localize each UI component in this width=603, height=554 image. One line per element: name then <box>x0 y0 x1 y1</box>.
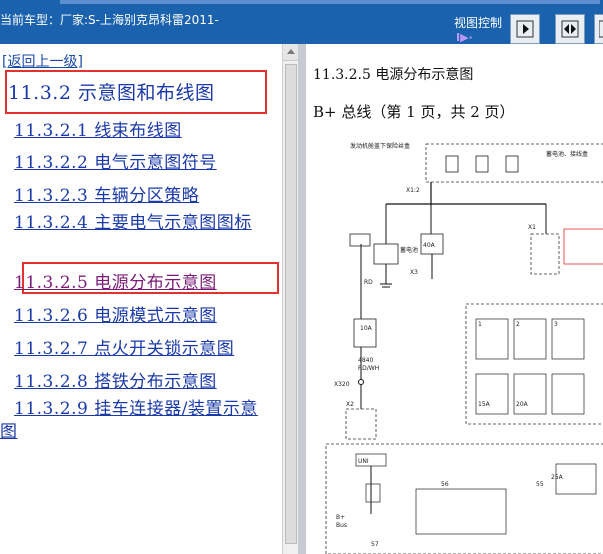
diagram-grid-label: X1:2 <box>406 187 420 194</box>
view-control-label: 视图控制 <box>454 16 503 30</box>
toc-item-4[interactable]: 11.3.2.4 主要电气示意图图标 <box>0 212 270 235</box>
toc-item-1[interactable]: 11.3.2.1 线束布线图 <box>14 116 182 141</box>
toc-item-6[interactable]: 11.3.2.6 电源模式示意图 <box>14 301 217 326</box>
back-link[interactable]: [返回上一级] <box>2 51 83 71</box>
diagram-battery-label: 蓄电池 <box>400 246 418 254</box>
split-view-icon <box>561 20 579 38</box>
diagram-fuse-40a: 40A <box>423 242 436 249</box>
toc-item-2[interactable]: 11.3.2.2 电气示意图符号 <box>14 148 217 173</box>
diagram-fuse-b2: 20A <box>516 401 529 408</box>
diagram-bus: Bus <box>336 522 347 529</box>
diagram-num-56: 56 <box>441 481 449 488</box>
toc-item-5-selected[interactable]: 11.3.2.5 电源分布示意图 <box>14 268 217 293</box>
pane-splitter[interactable] <box>298 44 306 554</box>
view-control-indicator: I▶· <box>456 31 473 44</box>
document-subtitle: B+ 总线（第 1 页，共 2 页） <box>313 103 515 121</box>
toc-item-8[interactable]: 11.3.2.8 搭铁分布示意图 <box>14 367 217 392</box>
power-distribution-diagram: 发动机舱盖下保险丝盒 蓄电池、接线盒 蓄电池 40A X3 X1 RD 10A <box>325 142 603 554</box>
toc-sidebar: [返回上一级] 11.3.2 示意图和布线图 11.3.2.1 线束布线图 11… <box>0 44 282 554</box>
diagram-fuse-10a: 10A <box>360 325 373 332</box>
document-pane: 11.3.2.5 电源分布示意图 B+ 总线（第 1 页，共 2 页） 发动机舱… <box>306 44 603 554</box>
diagram-note-top-left: 发动机舱盖下保险丝盒 <box>350 142 410 150</box>
diagram-ground-x3: X3 <box>410 269 418 276</box>
toc-item-3[interactable]: 11.3.2.3 车辆分区策略 <box>14 181 199 206</box>
diagram-bplus: B+ <box>336 514 345 521</box>
diagram-uni-label: UNI <box>358 458 369 465</box>
scroll-up-arrow-icon <box>287 49 295 54</box>
top-toolbar: 当前车型：厂家:S-上海别克昂科雷2011- 视图控制 I▶· <box>0 0 603 44</box>
diagram-ground-x2: X2 <box>346 401 354 408</box>
diagram-num-2: 2 <box>516 321 520 328</box>
view-button-panel[interactable] <box>594 14 603 44</box>
current-vehicle-label: 当前车型：厂家:S-上海别克昂科雷2011- <box>0 13 219 27</box>
toc-item-9[interactable]: 11.3.2.9 挂车连接器/装置示意图 <box>0 398 270 444</box>
toc-main-heading[interactable]: 11.3.2 示意图和布线图 <box>8 78 214 105</box>
diagram-wire-color: RD/WH <box>358 365 379 372</box>
scroll-thumb[interactable] <box>285 64 297 544</box>
diagram-note-top-right: 蓄电池、接线盒 <box>546 150 588 158</box>
diagram-num-1: 1 <box>478 321 482 328</box>
scroll-up-button[interactable] <box>283 44 299 61</box>
diagram-num-3: 3 <box>554 321 558 328</box>
diagram-fuse-25a: 25A <box>551 474 564 481</box>
diagram-splice: X320 <box>334 381 350 388</box>
panel-icon <box>599 20 603 38</box>
toolbar-top-strip <box>60 0 600 4</box>
diagram-num-57: 57 <box>371 541 379 548</box>
diagram-ground-x1: X1 <box>528 224 536 231</box>
toc-item-7[interactable]: 11.3.2.7 点火开关锁示意图 <box>14 334 234 359</box>
document-title: 11.3.2.5 电源分布示意图 <box>313 67 474 83</box>
view-button-split[interactable] <box>555 14 585 44</box>
diagram-num-55: 55 <box>536 481 544 488</box>
diagram-wire-rd: RD <box>364 279 373 286</box>
diagram-wire-4840: 4840 <box>358 357 373 364</box>
view-button-arrow[interactable] <box>510 14 540 44</box>
arrow-right-icon <box>516 20 534 38</box>
sidebar-scrollbar[interactable] <box>282 44 299 554</box>
diagram-fuse-b1: 15A <box>478 401 491 408</box>
